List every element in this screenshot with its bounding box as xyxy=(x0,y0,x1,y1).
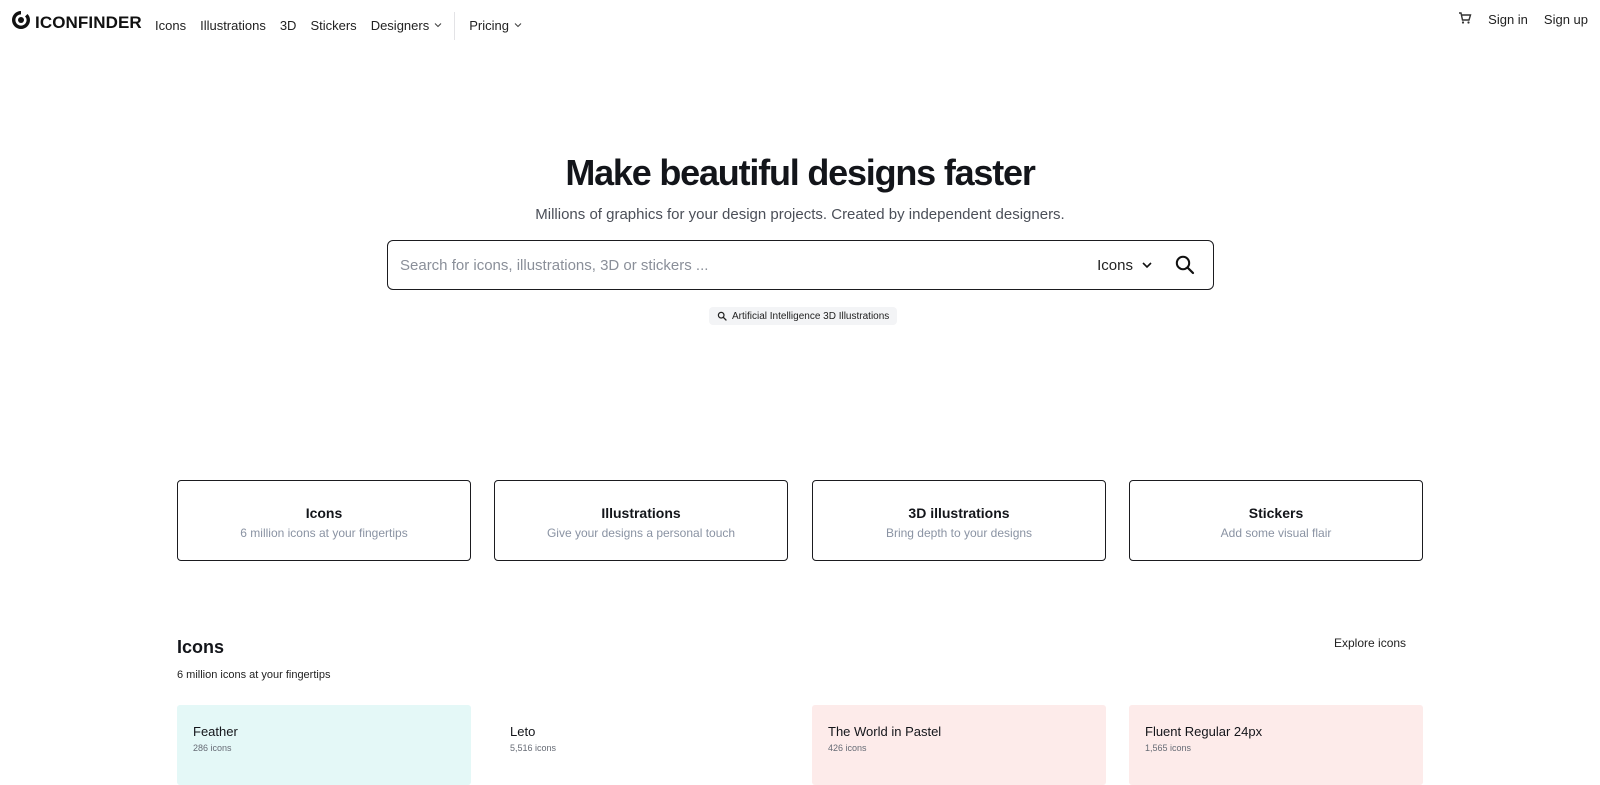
hero-title: Make beautiful designs faster xyxy=(0,152,1600,194)
icon-set-card-feather[interactable]: Feather 286 icons xyxy=(177,705,471,785)
icon-set-count: 426 icons xyxy=(828,743,867,753)
explore-icons-link[interactable]: Explore icons xyxy=(1334,636,1406,650)
category-card-icons[interactable]: Icons 6 million icons at your fingertips xyxy=(177,480,471,561)
icons-section-subtitle: 6 million icons at your fingertips xyxy=(177,669,331,681)
cart-icon xyxy=(1459,12,1472,24)
chevron-down-icon xyxy=(1142,262,1152,269)
iconfinder-logo[interactable]: ICONFINDER xyxy=(10,9,142,36)
nav-pricing-dropdown[interactable]: Pricing xyxy=(469,18,522,33)
top-navigation-bar: ICONFINDER Icons Illustrations 3D Sticke… xyxy=(0,0,1600,40)
search-bar: Icons xyxy=(387,240,1214,290)
account-nav: Sign in Sign up xyxy=(1458,11,1588,28)
nav-illustrations[interactable]: Illustrations xyxy=(200,18,266,33)
nav-3d[interactable]: 3D xyxy=(280,18,297,33)
hero-title-highlight: beautiful designs xyxy=(659,152,936,193)
nav-icons[interactable]: Icons xyxy=(155,18,186,33)
icon-set-name: Fluent Regular 24px xyxy=(1145,724,1263,739)
designers-label: Designers xyxy=(370,17,430,33)
hero-subtitle: Millions of graphics for your design pro… xyxy=(535,206,1065,223)
nav-divider xyxy=(454,12,456,40)
category-title: 3D illustrations xyxy=(908,505,1010,521)
icon-set-name: Feather xyxy=(193,724,238,739)
logo-wordmark: ICONFINDER xyxy=(35,12,142,32)
chevron-down-icon xyxy=(434,23,442,28)
sign-up-link[interactable]: Sign up xyxy=(1544,12,1588,27)
icon-set-count: 5,516 icons xyxy=(510,743,557,753)
pricing-label: Pricing xyxy=(469,17,509,33)
chevron-down-icon xyxy=(514,23,522,28)
category-card-3d-illustrations[interactable]: 3D illustrations Bring depth to your des… xyxy=(812,480,1106,561)
category-subtitle: Add some visual flair xyxy=(1220,526,1332,540)
icon-set-name: The World in Pastel xyxy=(828,724,942,739)
cart-button[interactable] xyxy=(1458,11,1472,28)
category-subtitle: Give your designs a personal touch xyxy=(546,526,736,540)
nav-stickers[interactable]: Stickers xyxy=(310,18,356,33)
search-suggestion-chip[interactable]: Artificial Intelligence 3D Illustrations xyxy=(709,307,898,325)
category-title: Icons xyxy=(305,505,343,521)
icon-set-card-fluent-regular[interactable]: Fluent Regular 24px 1,565 icons xyxy=(1129,705,1423,785)
icon-set-name: Leto xyxy=(510,724,536,739)
nav-designers-dropdown[interactable]: Designers xyxy=(371,18,443,33)
search-type-label: Icons xyxy=(1097,256,1133,274)
icon-set-card-world-in-pastel[interactable]: The World in Pastel 426 icons xyxy=(812,705,1106,785)
search-icon[interactable] xyxy=(1173,253,1197,277)
search-icon xyxy=(717,311,727,321)
search-input[interactable] xyxy=(400,242,1098,288)
category-title: Illustrations xyxy=(601,505,681,521)
icon-set-count: 286 icons xyxy=(193,743,232,753)
search-type-select[interactable]: Icons xyxy=(1097,257,1153,274)
category-subtitle: 6 million icons at your fingertips xyxy=(240,526,408,540)
category-subtitle: Bring depth to your designs xyxy=(885,526,1033,540)
hero-title-start: Make xyxy=(565,152,660,193)
category-card-stickers[interactable]: Stickers Add some visual flair xyxy=(1129,480,1423,561)
hero-title-end: faster xyxy=(935,152,1036,193)
icon-set-count: 1,565 icons xyxy=(1145,743,1192,753)
category-card-illustrations[interactable]: Illustrations Give your designs a person… xyxy=(494,480,788,561)
main-nav: Icons Illustrations 3D Stickers Designer… xyxy=(155,11,536,40)
sign-in-link[interactable]: Sign in xyxy=(1488,12,1528,27)
icons-section-title: Icons xyxy=(177,637,225,657)
category-title: Stickers xyxy=(1248,505,1304,521)
suggestion-label: Artificial Intelligence 3D Illustrations xyxy=(732,310,890,322)
icon-set-card-leto[interactable]: Leto 5,516 icons xyxy=(494,705,788,785)
iconfinder-logo-icon xyxy=(10,9,32,36)
